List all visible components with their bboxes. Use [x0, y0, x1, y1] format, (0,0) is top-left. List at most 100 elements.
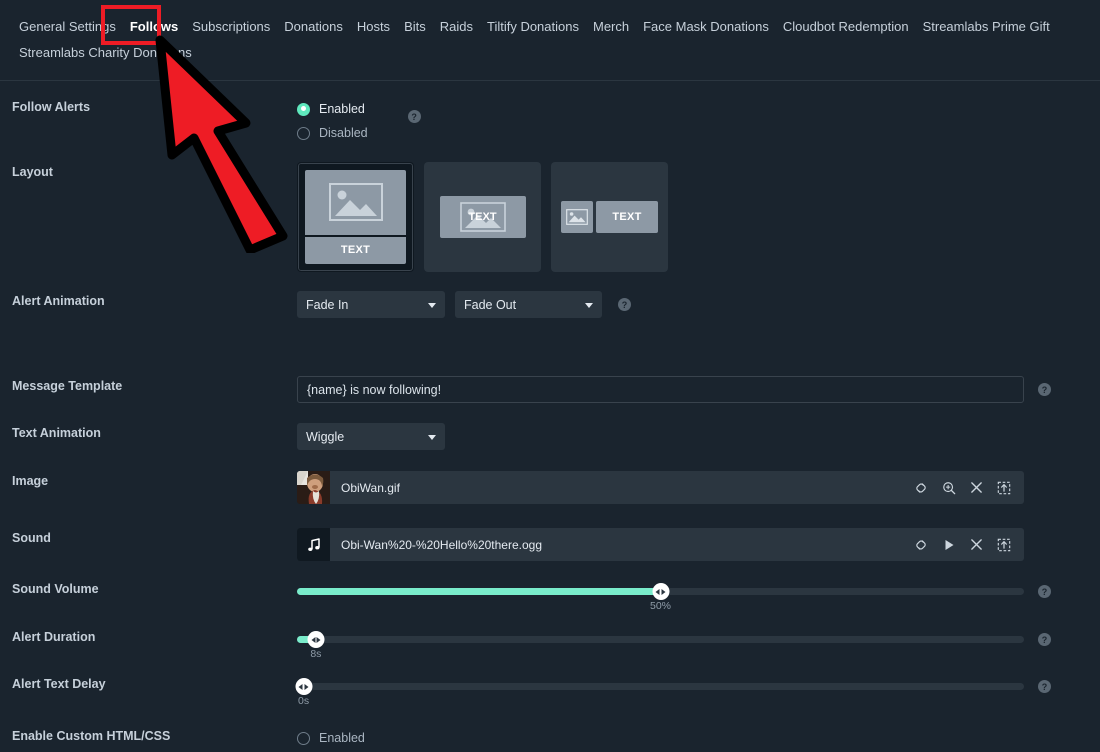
close-icon[interactable]: [970, 481, 983, 494]
sound-file-actions: [914, 538, 1024, 552]
sound-file-row[interactable]: Obi-Wan%20-%20Hello%20there.ogg: [297, 528, 1024, 561]
label-image: Image: [12, 474, 49, 488]
label-layout: Layout: [12, 165, 53, 179]
tab-hosts[interactable]: Hosts: [350, 14, 397, 40]
select-alert-animation-in-value: Fade In: [306, 297, 349, 312]
layout-text-label-3: TEXT: [596, 201, 658, 233]
tab-donations[interactable]: Donations: [277, 14, 350, 40]
row-layout: Layout TEXT TEXT TEXT: [0, 162, 1100, 272]
radio-custom-html-css-enabled[interactable]: Enabled: [297, 726, 1088, 750]
play-icon[interactable]: [942, 538, 956, 552]
select-alert-animation-out-value: Fade Out: [464, 297, 517, 312]
message-template-input[interactable]: [297, 376, 1024, 403]
row-custom-html-css: Enable Custom HTML/CSS Enabled Disabled: [0, 726, 1100, 752]
tab-face-mask-donations[interactable]: Face Mask Donations: [636, 14, 776, 40]
tab-merch[interactable]: Merch: [586, 14, 636, 40]
label-message-template: Message Template: [12, 379, 123, 393]
radio-custom-enabled-label: Enabled: [319, 731, 365, 745]
slider-fill-sound-volume: [297, 588, 661, 595]
field-sound: Obi-Wan%20-%20Hello%20there.ogg: [297, 528, 1088, 561]
chevron-down-icon-2: [585, 302, 593, 308]
tab-raids[interactable]: Raids: [433, 14, 480, 40]
label-sound: Sound: [12, 531, 51, 545]
row-alert-text-delay: Alert Text Delay 0s ?: [0, 674, 1100, 707]
slider-knob-alert-text-delay[interactable]: [295, 678, 313, 695]
help-icon-sound-volume[interactable]: ?: [1038, 585, 1051, 598]
help-icon-alert-duration[interactable]: ?: [1038, 633, 1051, 646]
slider-value-alert-text-delay: 0s: [297, 695, 310, 707]
slider-value-sound-volume: 50%: [649, 600, 672, 612]
help-icon-message-template[interactable]: ?: [1038, 383, 1051, 396]
slider-alert-duration[interactable]: 8s: [297, 627, 1024, 660]
upload-icon-sound[interactable]: [997, 538, 1011, 552]
help-icon-alert-text-delay[interactable]: ?: [1038, 680, 1051, 693]
image-filename: ObiWan.gif: [341, 480, 400, 495]
label-follow-alerts: Follow Alerts: [12, 100, 91, 114]
tab-follows[interactable]: Follows: [123, 14, 185, 40]
layout-option-text-over-image[interactable]: TEXT: [424, 162, 541, 272]
field-text-animation: Wiggle: [297, 423, 1088, 450]
layout-option-image-above-text[interactable]: TEXT: [297, 162, 414, 272]
slider-value-alert-duration: 8s: [310, 648, 322, 660]
close-icon-sound[interactable]: [970, 538, 983, 551]
row-alert-animation: Alert Animation Fade In Fade Out ?: [0, 291, 1100, 318]
tab-bits[interactable]: Bits: [397, 14, 433, 40]
label-alert-animation: Alert Animation: [12, 294, 105, 308]
row-sound-volume: Sound Volume 50% ?: [0, 579, 1100, 612]
select-alert-animation-out[interactable]: Fade Out: [455, 291, 602, 318]
layout-options: TEXT TEXT TEXT: [297, 162, 1088, 272]
label-text-animation: Text Animation: [12, 426, 101, 440]
row-alert-duration: Alert Duration 8s ?: [0, 627, 1100, 660]
magnify-plus-icon[interactable]: [942, 481, 956, 495]
radio-enabled-label: Enabled: [319, 102, 365, 116]
image-file-row[interactable]: ObiWan.gif: [297, 471, 1024, 504]
row-follow-alerts: Follow Alerts Enabled Disabled ?: [0, 97, 1100, 145]
slider-alert-text-delay[interactable]: 0s: [295, 674, 1024, 707]
help-icon-follow-alerts[interactable]: ?: [407, 110, 421, 123]
chevron-down-icon: [428, 302, 436, 308]
label-sound-volume: Sound Volume: [12, 582, 99, 596]
field-alert-animation: Fade In Fade Out ?: [297, 291, 1088, 318]
layout-preview-1: TEXT: [305, 170, 406, 264]
link-icon[interactable]: [914, 481, 928, 495]
field-alert-duration: 8s ?: [297, 627, 1088, 660]
tab-general-settings[interactable]: General Settings: [12, 14, 123, 40]
row-sound: Sound Obi-Wan%20-%20Hello%20there.ogg: [0, 528, 1100, 561]
link-icon-sound[interactable]: [914, 538, 928, 552]
tab-cloudbot-redemption[interactable]: Cloudbot Redemption: [776, 14, 916, 40]
label-alert-duration: Alert Duration: [12, 630, 96, 644]
select-text-animation-value: Wiggle: [306, 429, 345, 444]
slider-track-alert-text-delay: [297, 683, 1024, 690]
image-file-actions: [914, 481, 1024, 495]
sound-filename: Obi-Wan%20-%20Hello%20there.ogg: [341, 537, 542, 552]
row-text-animation: Text Animation Wiggle: [0, 423, 1100, 450]
select-alert-animation-in[interactable]: Fade In: [297, 291, 445, 318]
tab-tiltify-donations[interactable]: Tiltify Donations: [480, 14, 586, 40]
slider-sound-volume[interactable]: 50%: [297, 579, 1024, 612]
music-note-icon: [297, 528, 330, 561]
tab-streamlabs-prime-gift[interactable]: Streamlabs Prime Gift: [916, 14, 1057, 40]
layout-option-image-beside-text[interactable]: TEXT: [551, 162, 668, 272]
layout-text-label-2: TEXT: [468, 211, 497, 223]
field-layout: TEXT TEXT TEXT: [297, 162, 1088, 272]
layout-preview-2: TEXT: [431, 169, 534, 265]
radio-disabled-label: Disabled: [319, 126, 368, 140]
chevron-down-icon-3: [428, 434, 436, 440]
select-text-animation[interactable]: Wiggle: [297, 423, 445, 450]
upload-icon[interactable]: [997, 481, 1011, 495]
radio-follow-alerts-enabled[interactable]: Enabled: [297, 97, 368, 121]
field-custom-html-css: Enabled Disabled: [297, 726, 1088, 752]
label-alert-text-delay: Alert Text Delay: [12, 677, 106, 691]
radio-disabled-indicator: [297, 126, 310, 140]
tab-streamlabs-charity-donations[interactable]: Streamlabs Charity Donations: [12, 40, 199, 66]
help-icon-alert-animation[interactable]: ?: [618, 298, 631, 311]
tab-subscriptions[interactable]: Subscriptions: [185, 14, 277, 40]
image-thumbnail: [297, 471, 330, 504]
slider-track-alert-duration: [297, 636, 1024, 643]
image-placeholder-icon-3: [561, 201, 593, 233]
field-sound-volume: 50% ?: [297, 579, 1088, 612]
radio-follow-alerts-disabled[interactable]: Disabled: [297, 121, 368, 145]
slider-knob-alert-duration[interactable]: [307, 631, 325, 648]
slider-knob-sound-volume[interactable]: [652, 583, 669, 600]
label-custom-html-css: Enable Custom HTML/CSS: [12, 729, 171, 743]
